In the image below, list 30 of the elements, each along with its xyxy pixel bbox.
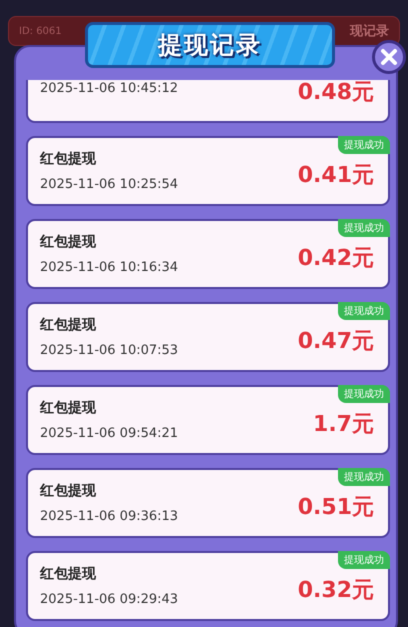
record-title: 红包提现: [40, 316, 97, 334]
record-time: 2025-11-06 09:36:13: [40, 509, 178, 524]
record-title: 红包提现: [40, 233, 97, 251]
record-amount: 0.47元: [298, 328, 374, 356]
record-title: 红包提现: [40, 482, 97, 500]
status-tag: 提现成功: [338, 302, 390, 320]
record-time: 2025-11-06 09:54:21: [40, 426, 178, 441]
record-time: 2025-11-06 10:07:53: [40, 343, 178, 358]
record-time: 2025-11-06 10:25:54: [40, 177, 178, 192]
record-time: 2025-11-06 09:29:43: [40, 592, 178, 607]
status-tag: 提现成功: [338, 219, 390, 237]
record-amount: 0.41元: [298, 162, 374, 190]
record-title: 红包提现: [40, 399, 97, 417]
record-amount: 1.7元: [313, 411, 374, 439]
record-amount: 0.42元: [298, 245, 374, 273]
record-title: 红包提现: [40, 150, 97, 168]
record-time: 2025-11-06 10:45:12: [40, 80, 178, 96]
status-tag: 提现成功: [338, 385, 390, 403]
record-amount: 0.32元: [298, 577, 374, 605]
record-amount: 0.48元: [298, 80, 374, 107]
record-time: 2025-11-06 10:16:34: [40, 260, 178, 275]
status-tag: 提现成功: [338, 468, 390, 486]
close-icon: [380, 48, 398, 66]
status-tag: 提现成功: [338, 136, 390, 154]
status-tag: 提现成功: [338, 551, 390, 569]
dialog-title: 提现记录: [158, 30, 262, 61]
records-link[interactable]: 现记录: [350, 22, 389, 40]
user-id: ID: 6061: [19, 26, 62, 36]
record-title: 红包提现: [40, 565, 97, 583]
record-amount: 0.51元: [298, 494, 374, 522]
